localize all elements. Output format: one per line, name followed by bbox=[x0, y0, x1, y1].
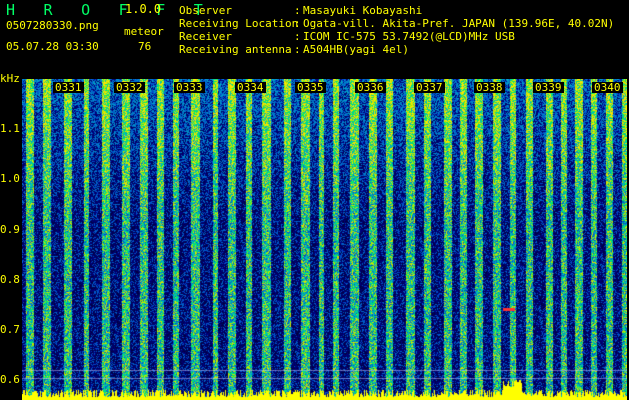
header: H R O F F T 1.0.0 0507280330.png 05.07.2… bbox=[0, 0, 629, 76]
location-label: Receiving Location bbox=[179, 17, 299, 30]
y-tick-1-0: 1.0 bbox=[0, 172, 20, 185]
x-tick-0332: 0332 bbox=[114, 81, 145, 94]
app-version: 1.0.0 bbox=[125, 2, 162, 16]
y-tick-0-8: 0.8 bbox=[0, 273, 20, 286]
file-name: 0507280330.png bbox=[6, 19, 99, 32]
spectrogram-waterfall bbox=[22, 79, 627, 400]
x-tick-0335: 0335 bbox=[295, 81, 326, 94]
meteor-label: meteor bbox=[124, 25, 164, 38]
y-tick-0-7: 0.7 bbox=[0, 323, 20, 336]
receiver-value: ICOM IC-575 53.7492(@LCD)MHz USB bbox=[303, 30, 515, 43]
waterfall-canvas bbox=[22, 79, 627, 400]
x-tick-0338: 0338 bbox=[474, 81, 505, 94]
observer-value: Masayuki Kobayashi bbox=[303, 4, 423, 17]
receiver-label: Receiver bbox=[179, 30, 232, 43]
meteor-count: 76 bbox=[138, 40, 152, 53]
y-tick-0-6: 0.6 bbox=[0, 373, 20, 386]
x-tick-0340: 0340 bbox=[592, 81, 623, 94]
observer-label: Observer bbox=[179, 4, 232, 17]
receiver-sep: : bbox=[294, 30, 301, 43]
observer-sep: : bbox=[294, 4, 301, 17]
location-sep: : bbox=[294, 17, 301, 30]
location-value: Ogata-vill. Akita-Pref. JAPAN (139.96E, … bbox=[303, 17, 615, 30]
antenna-label: Receiving antenna bbox=[179, 43, 292, 56]
x-tick-0339: 0339 bbox=[533, 81, 564, 94]
date-time: 05.07.28 03:30 bbox=[6, 40, 99, 53]
x-tick-0334: 0334 bbox=[235, 81, 266, 94]
y-tick-0-9: 0.9 bbox=[0, 223, 20, 236]
antenna-sep: : bbox=[294, 43, 301, 56]
x-tick-0337: 0337 bbox=[414, 81, 445, 94]
antenna-value: A504HB(yagi 4el) bbox=[303, 43, 409, 56]
x-tick-0331: 0331 bbox=[53, 81, 84, 94]
station-info: Observer : Masayuki Kobayashi Receiving … bbox=[179, 4, 614, 56]
x-tick-0333: 0333 bbox=[174, 81, 205, 94]
x-tick-0336: 0336 bbox=[355, 81, 386, 94]
y-tick-1-1: 1.1 bbox=[0, 122, 20, 135]
frequency-unit-label: kHz bbox=[0, 72, 20, 85]
